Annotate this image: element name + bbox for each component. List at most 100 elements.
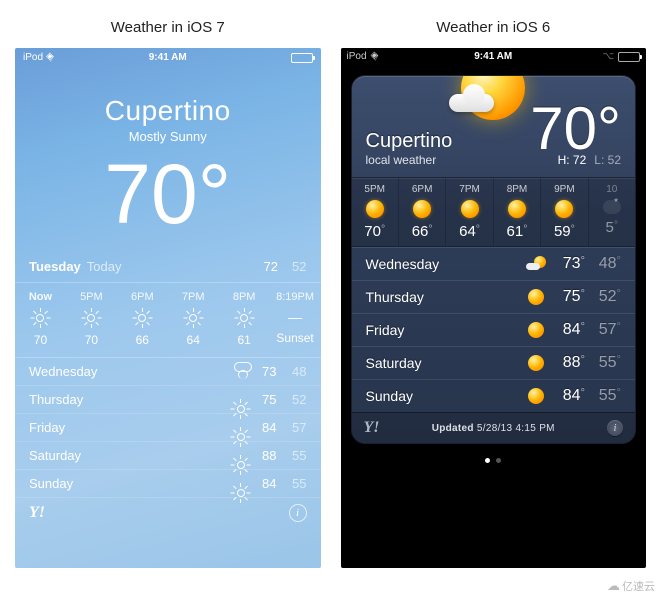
today-hi: 72: [264, 259, 278, 274]
forecast-lo: 48: [585, 255, 621, 273]
today-day: Tuesday: [29, 259, 81, 274]
weather-graphic: [461, 75, 525, 120]
battery-icon: [291, 53, 313, 63]
condition-label: Mostly Sunny: [15, 129, 321, 144]
status-time: 9:41 AM: [93, 52, 243, 63]
battery-icon: [618, 52, 640, 62]
night-icon: [603, 200, 621, 214]
sun-icon: [508, 200, 526, 218]
info-icon[interactable]: i: [607, 420, 623, 436]
hourly-cell: 8:19PM — Sunset: [270, 291, 321, 347]
hourly-forecast[interactable]: 5PM 70 6PM 66 7PM 64 8PM 61 9PM 59 10 5: [352, 177, 636, 247]
sun-icon: [31, 309, 49, 327]
subtitle: local weather: [366, 153, 622, 167]
yahoo-icon[interactable]: Y!: [364, 419, 380, 437]
hour-time: 6PM: [412, 184, 433, 195]
hourly-cell: 6PM 66: [399, 178, 446, 246]
sun-icon: [366, 200, 384, 218]
ios7-column: Weather in iOS 7 iPod ⌔ 9:41 AM Cupertin…: [15, 5, 321, 568]
hourly-cell: 5PM 70: [352, 178, 399, 246]
ios7-title: Weather in iOS 7: [15, 5, 321, 48]
watermark: ☁亿速云: [607, 578, 655, 594]
hour-temp: 66: [412, 223, 433, 240]
forecast-lo: 57: [277, 420, 307, 435]
forecast-lo: 52: [277, 392, 307, 407]
sun-icon: [413, 200, 431, 218]
weather-card: 70° Cupertino local weather H: 72 L: 52 …: [351, 75, 637, 444]
forecast-row: Thursday 75 52: [15, 386, 321, 414]
forecast-row: Sunday 84 55: [15, 470, 321, 498]
forecast-day: Wednesday: [366, 256, 524, 272]
forecast-day: Wednesday: [29, 364, 217, 379]
bluetooth-icon: ⌥: [602, 51, 614, 62]
forecast-row: Saturday 88 55: [15, 442, 321, 470]
current-temp: 70°: [15, 152, 321, 236]
forecast-lo: 55: [277, 476, 307, 491]
hour-time: 8PM: [507, 184, 528, 195]
forecast-day: Saturday: [29, 448, 217, 463]
hour-temp: 61: [507, 223, 528, 240]
daily-forecast[interactable]: Wednesday 73 48 Thursday 75 52 Friday 84…: [352, 247, 636, 412]
sun-icon: [82, 309, 100, 327]
hourly-cell: 8PM 61: [494, 178, 541, 246]
forecast-day: Sunday: [366, 388, 524, 404]
forecast-hi: 75: [549, 288, 585, 306]
hour-temp: 59: [554, 223, 575, 240]
forecast-lo: 57: [585, 321, 621, 339]
hour-time: 7PM: [182, 291, 205, 303]
updated-time: 5/28/13 4:15 PM: [477, 423, 555, 434]
today-label: Today: [87, 259, 122, 274]
status-bar: iPod ⌔ 9:41 AM: [15, 48, 321, 65]
forecast-lo: 55: [277, 448, 307, 463]
sun-icon: [235, 309, 253, 327]
today-row: Tuesday Today 72 52: [15, 251, 321, 283]
sun-icon: [528, 289, 544, 305]
today-lo: 52: [292, 259, 306, 274]
forecast-hi: 84: [549, 321, 585, 339]
wifi-icon: ⌔: [371, 52, 383, 62]
forecast-day: Sunday: [29, 476, 217, 491]
forecast-day: Friday: [366, 322, 524, 338]
ios6-screen: iPod ⌔ 9:41 AM ⌥ 70° Cupertino: [341, 48, 647, 568]
sun-icon: [555, 200, 573, 218]
hour-temp: 61: [237, 333, 250, 347]
hour-time: 10: [606, 184, 617, 195]
hour-time: 9PM: [554, 184, 575, 195]
device-label: iPod: [23, 52, 43, 63]
forecast-lo: 48: [277, 364, 307, 379]
device-label: iPod: [347, 51, 367, 62]
hour-temp: Sunset: [276, 331, 313, 345]
forecast-day: Friday: [29, 420, 217, 435]
updated-label: Updated: [432, 423, 474, 434]
daily-forecast[interactable]: Wednesday 73 48 Thursday 75 52 Friday 84…: [15, 358, 321, 498]
forecast-lo: 52: [585, 288, 621, 306]
hour-temp: 5: [606, 219, 619, 236]
info-icon[interactable]: i: [289, 504, 307, 522]
weather-hero: Cupertino Mostly Sunny 70°: [15, 65, 321, 251]
yahoo-icon[interactable]: Y!: [29, 504, 45, 522]
hourly-cell: 10 5: [589, 178, 635, 246]
forecast-day: Thursday: [29, 392, 217, 407]
hourly-forecast[interactable]: Now 70 5PM 70 6PM 66 7PM 64 8PM 61 8:19P…: [15, 283, 321, 358]
sun-icon: [528, 355, 544, 371]
forecast-hi: 73: [549, 255, 585, 273]
hour-time: 5PM: [364, 184, 385, 195]
forecast-hi: 75: [247, 392, 277, 407]
hour-time: 7PM: [459, 184, 480, 195]
hourly-cell: 7PM 64: [446, 178, 493, 246]
hour-time: Now: [29, 291, 52, 303]
forecast-hi: 84: [247, 420, 277, 435]
hourly-cell: 8PM 61: [219, 291, 270, 347]
sun-icon: [461, 200, 479, 218]
ios6-column: Weather in iOS 6 iPod ⌔ 9:41 AM ⌥ 7: [341, 5, 647, 568]
forecast-hi: 88: [549, 354, 585, 372]
forecast-lo: 55: [585, 387, 621, 405]
partly-cloudy-icon: [526, 256, 546, 272]
forecast-row: Friday 84 57: [352, 313, 636, 346]
status-time: 9:41 AM: [407, 51, 581, 62]
forecast-day: Saturday: [366, 355, 524, 371]
card-footer: Y! Updated 5/28/13 4:15 PM i: [352, 412, 636, 443]
page-indicator[interactable]: [341, 444, 647, 474]
forecast-hi: 84: [247, 476, 277, 491]
ios7-screen: iPod ⌔ 9:41 AM Cupertino Mostly Sunny 70…: [15, 48, 321, 568]
